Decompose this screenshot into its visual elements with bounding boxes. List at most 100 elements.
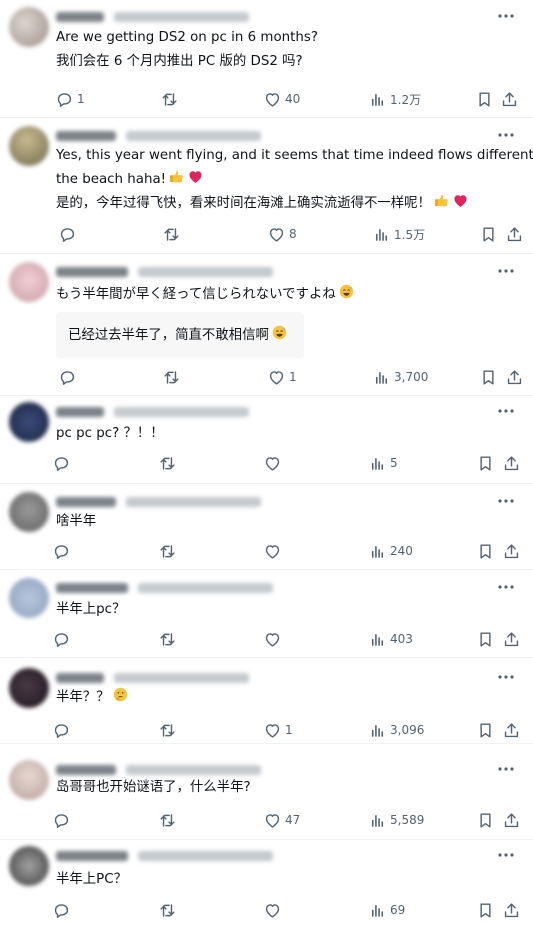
more-horizontal-icon[interactable] — [496, 493, 516, 509]
more-horizontal-icon[interactable] — [496, 579, 516, 595]
avatar[interactable] — [9, 262, 49, 302]
views-button[interactable]: 5 — [368, 452, 398, 474]
repost-button[interactable] — [162, 366, 181, 388]
author-handle-blurred[interactable] — [138, 583, 273, 593]
avatar[interactable] — [9, 668, 49, 708]
bookmark-button[interactable] — [476, 540, 495, 562]
reply-button[interactable] — [52, 628, 71, 650]
share-button[interactable] — [502, 899, 521, 921]
like-button[interactable]: 40 — [263, 88, 300, 110]
bookmark-button[interactable] — [479, 366, 498, 388]
avatar[interactable] — [9, 402, 49, 442]
reply-button[interactable] — [52, 809, 71, 831]
views-button[interactable]: 1.2万 — [368, 88, 421, 110]
repost-button[interactable] — [162, 223, 181, 245]
author-name-blurred[interactable] — [56, 407, 104, 417]
reply-button[interactable] — [58, 366, 77, 388]
like-button[interactable]: 1 — [267, 366, 297, 388]
views-button[interactable]: 1.5万 — [372, 223, 425, 245]
reply-button[interactable]: 1 — [55, 88, 85, 110]
more-horizontal-icon[interactable] — [496, 669, 516, 685]
repost-button[interactable] — [158, 899, 177, 921]
more-horizontal-icon[interactable] — [496, 403, 516, 419]
author-name-blurred[interactable] — [56, 131, 116, 141]
reply-button[interactable] — [52, 540, 71, 562]
share-button[interactable] — [502, 809, 521, 831]
action-bar: 403 — [0, 628, 533, 650]
share-button[interactable] — [500, 88, 519, 110]
author-handle-blurred[interactable] — [114, 673, 249, 683]
bookmark-button[interactable] — [479, 223, 498, 245]
author-name-blurred[interactable] — [56, 583, 128, 593]
more-horizontal-icon[interactable] — [496, 263, 516, 279]
bookmark-button[interactable] — [476, 809, 495, 831]
views-button[interactable]: 3,700 — [372, 366, 428, 388]
author-handle-blurred[interactable] — [114, 12, 249, 22]
like-button[interactable] — [263, 540, 282, 562]
author-handle-blurred[interactable] — [126, 497, 261, 507]
heart-icon — [263, 90, 282, 109]
like-button[interactable] — [263, 452, 282, 474]
repost-button[interactable] — [158, 719, 177, 741]
like-button[interactable] — [263, 628, 282, 650]
views-count: 3,700 — [394, 370, 429, 384]
repost-button[interactable] — [160, 88, 179, 110]
share-button[interactable] — [502, 628, 521, 650]
like-button[interactable]: 8 — [267, 223, 297, 245]
share-button[interactable] — [502, 719, 521, 741]
repost-button[interactable] — [158, 452, 177, 474]
bookmark-button[interactable] — [476, 719, 495, 741]
author-handle-blurred[interactable] — [138, 267, 273, 277]
author-handle-blurred[interactable] — [126, 131, 261, 141]
more-horizontal-icon[interactable] — [496, 127, 516, 143]
bookmark-icon — [476, 811, 495, 830]
reply-button[interactable] — [52, 899, 71, 921]
avatar[interactable] — [9, 846, 49, 886]
like-button[interactable]: 1 — [263, 719, 293, 741]
share-button[interactable] — [505, 366, 524, 388]
author-name-blurred[interactable] — [56, 12, 104, 22]
repost-button[interactable] — [158, 628, 177, 650]
avatar[interactable] — [9, 7, 49, 47]
views-button[interactable]: 69 — [368, 899, 405, 921]
avatar[interactable] — [9, 578, 49, 618]
repost-button[interactable] — [158, 809, 177, 831]
author-name-blurred[interactable] — [56, 851, 128, 861]
bookmark-button[interactable] — [476, 628, 495, 650]
bookmark-button[interactable] — [476, 899, 495, 921]
action-bar: 69 — [0, 899, 533, 921]
bookmark-button[interactable] — [476, 452, 495, 474]
author-handle-blurred[interactable] — [138, 851, 273, 861]
author-meta-blurred — [56, 671, 276, 685]
author-name-blurred[interactable] — [56, 673, 104, 683]
views-button[interactable]: 403 — [368, 628, 413, 650]
views-button[interactable]: 240 — [368, 540, 413, 562]
like-button[interactable] — [263, 899, 282, 921]
views-button[interactable]: 3,096 — [368, 719, 424, 741]
author-name-blurred[interactable] — [56, 267, 128, 277]
likes-count: 8 — [289, 227, 297, 241]
more-horizontal-icon[interactable] — [496, 8, 516, 24]
like-button[interactable]: 47 — [263, 809, 300, 831]
avatar[interactable] — [9, 492, 49, 532]
views-button[interactable]: 5,589 — [368, 809, 424, 831]
author-handle-blurred[interactable] — [126, 765, 261, 775]
share-button[interactable] — [505, 223, 524, 245]
bookmark-button[interactable] — [475, 88, 494, 110]
repost-button[interactable] — [158, 540, 177, 562]
reply-button[interactable] — [52, 452, 71, 474]
more-horizontal-icon[interactable] — [496, 847, 516, 863]
author-handle-blurred[interactable] — [114, 407, 249, 417]
more-horizontal-icon[interactable] — [496, 761, 516, 777]
author-name-blurred[interactable] — [56, 765, 116, 775]
reply-text-line: pc pc pc? ？！！ — [56, 426, 164, 441]
views-count: 3,096 — [390, 723, 425, 737]
avatar[interactable] — [9, 760, 49, 800]
share-button[interactable] — [502, 540, 521, 562]
share-button[interactable] — [502, 452, 521, 474]
author-name-blurred[interactable] — [56, 497, 116, 507]
reply-button[interactable] — [52, 719, 71, 741]
views-chart-icon — [372, 225, 391, 244]
avatar[interactable] — [9, 126, 49, 166]
reply-button[interactable] — [58, 223, 77, 245]
